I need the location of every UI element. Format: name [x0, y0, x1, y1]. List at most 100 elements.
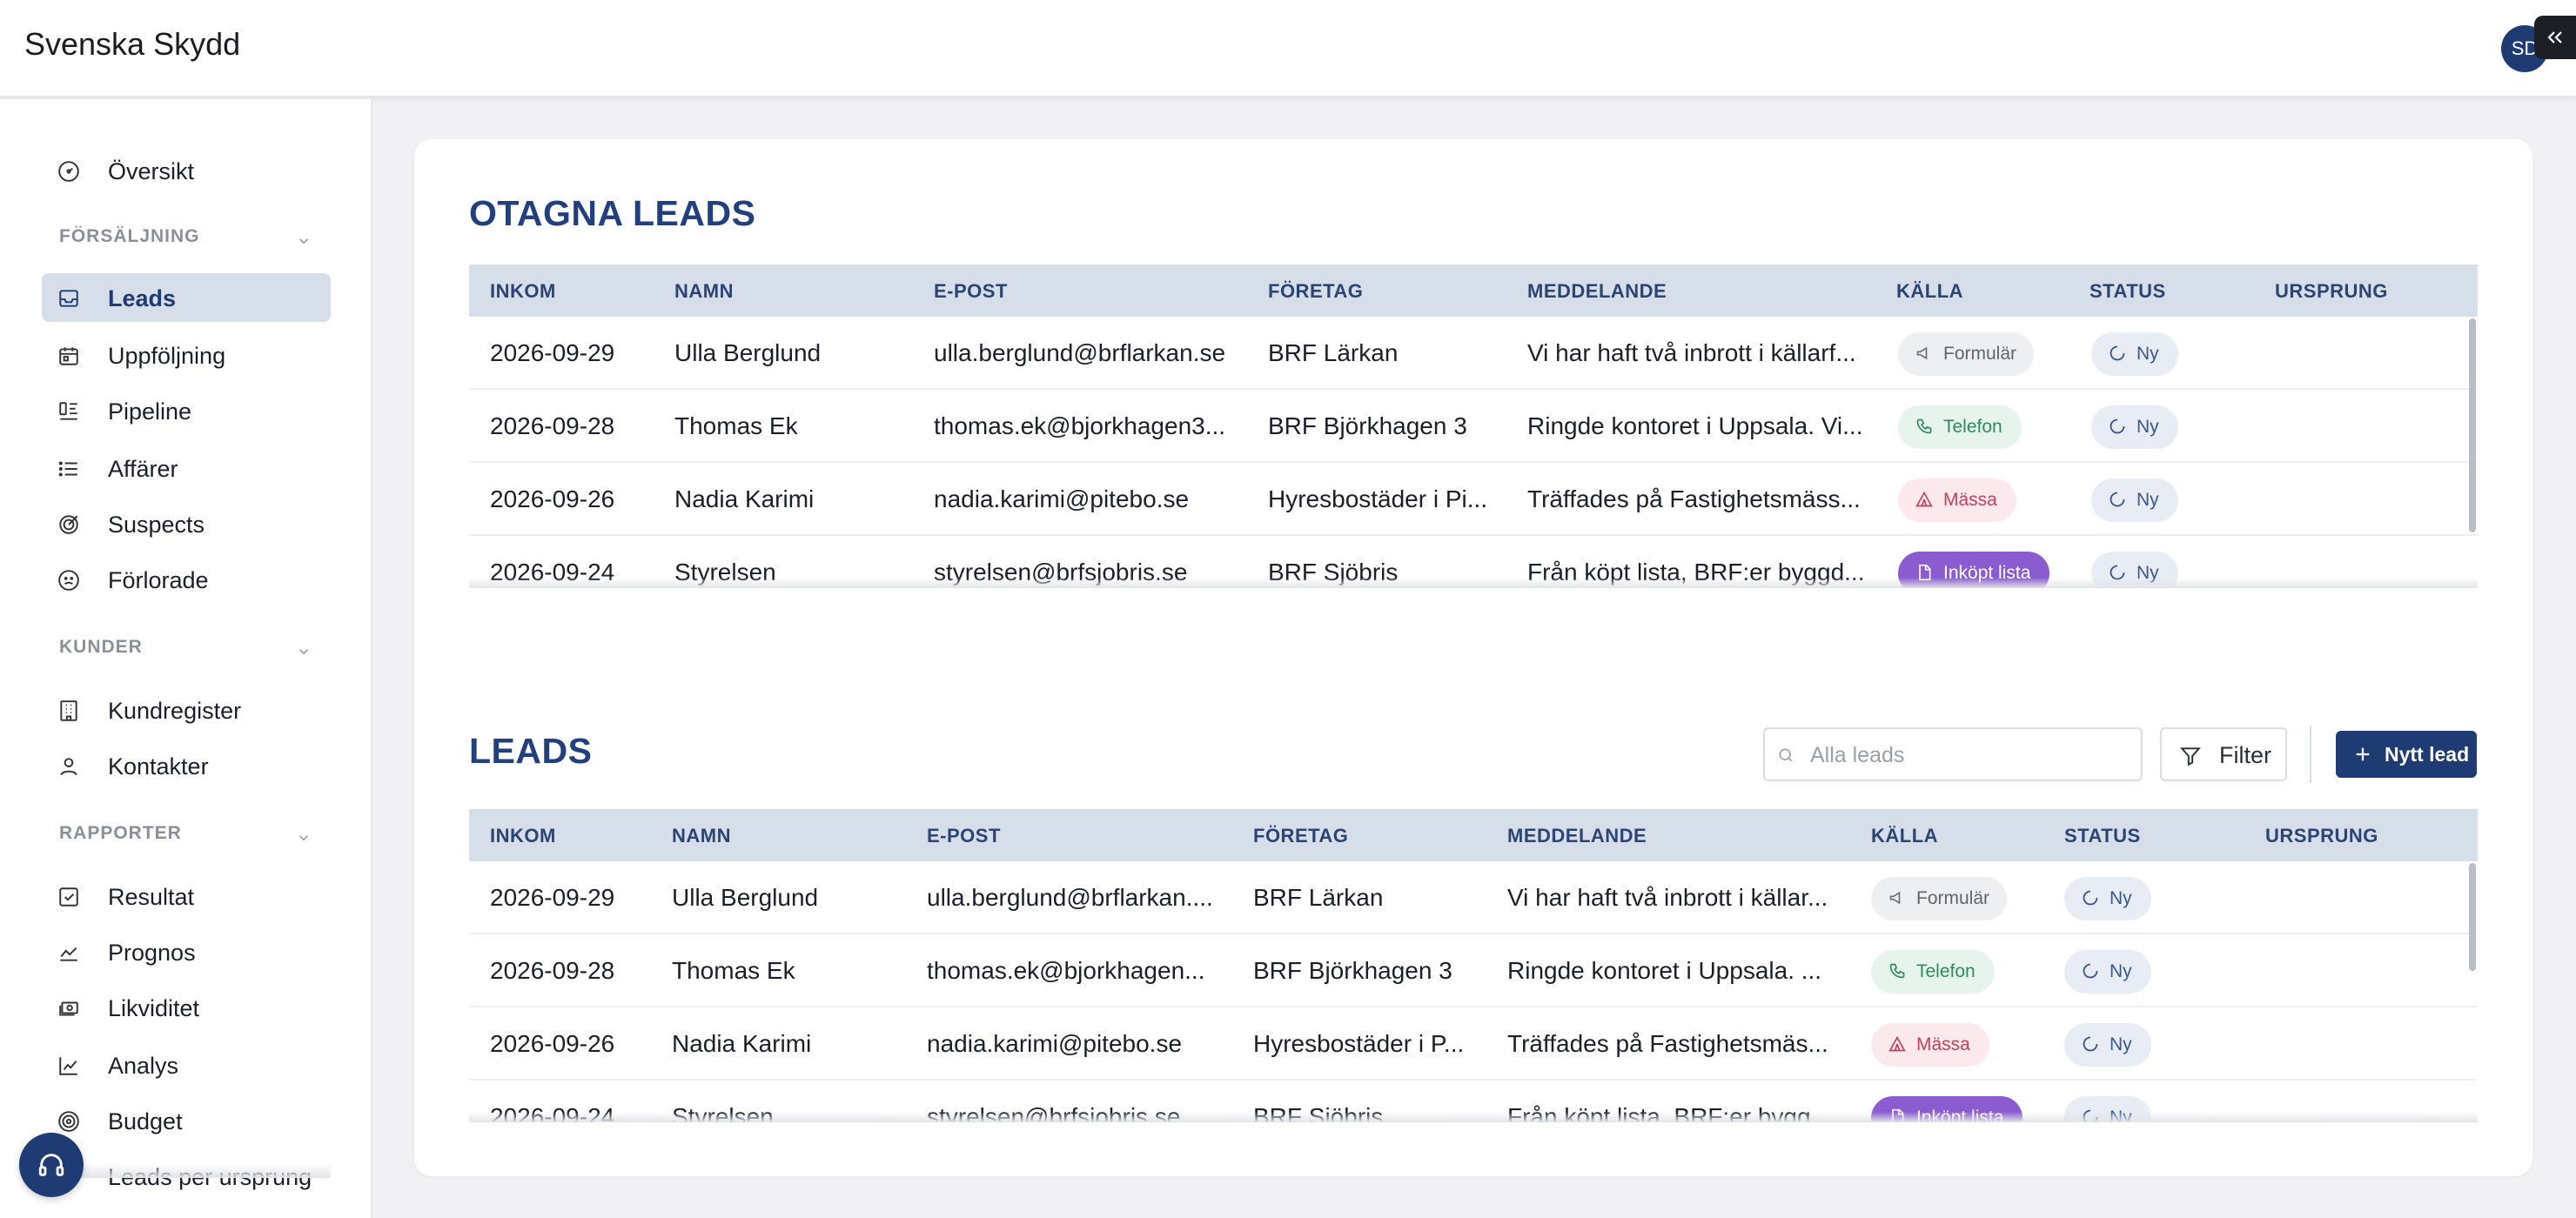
building-icon [60, 700, 77, 721]
sidebar: Översikt FÖRSÄLJNING Leads Uppföljning P… [0, 99, 372, 1218]
source-badge: Formulär [1898, 332, 2034, 376]
table-scroll-fade [469, 578, 2478, 588]
cell-company: BRF Björkhagen 3 [1268, 412, 1467, 439]
column-header[interactable]: MEDDELANDE [1507, 825, 1647, 847]
sidebar-item-leads[interactable]: Leads [42, 273, 331, 322]
megaphone-icon [1889, 891, 1901, 905]
sidebar-item-pipeline[interactable]: Pipeline [42, 386, 331, 435]
table-row[interactable]: 2026-09-29 Ulla Berglund ulla.berglund@b… [469, 317, 2478, 390]
banknote-icon [59, 1001, 78, 1016]
sidebar-item-kundregister[interactable]: Kundregister [42, 686, 331, 734]
table-scrollbar[interactable] [2469, 863, 2476, 971]
phone-icon [1889, 963, 1905, 979]
column-header[interactable]: MEDDELANDE [1527, 280, 1667, 303]
column-header[interactable]: URSPRUNG [2275, 280, 2388, 303]
loader-icon [2083, 890, 2098, 906]
chevron-down-icon [299, 238, 309, 244]
cell-date: 2026-09-26 [490, 485, 615, 512]
loader-icon [2110, 345, 2125, 361]
sidebar-section-kunder[interactable]: KUNDER [59, 637, 312, 663]
search-input-wrapper[interactable] [1763, 727, 2143, 781]
cell-name: Thomas Ek [672, 957, 795, 984]
sidebar-item-resultat[interactable]: Resultat [42, 872, 331, 920]
sidebar-item-budget[interactable]: Budget [42, 1096, 331, 1145]
top-bar: Svenska Skydd SD [0, 0, 2576, 97]
sidebar-item-label: Pipeline [108, 398, 192, 425]
sidebar-scroll-fade [42, 1164, 331, 1178]
column-header[interactable]: KÄLLA [1871, 825, 1938, 847]
status-badge: Ny [2064, 877, 2151, 920]
table-scroll-fade [469, 1112, 2478, 1122]
table-row[interactable]: 2026-09-29 Ulla Berglund ulla.berglund@b… [469, 861, 2478, 934]
cell-message: Träffades på Fastighetsmäs... [1507, 1030, 1828, 1057]
sidebar-item-label: Uppföljning [108, 343, 226, 369]
column-header[interactable]: KÄLLA [1896, 280, 1963, 303]
search-icon [1779, 748, 1793, 762]
sidebar-item-oversikt[interactable]: Översikt [42, 146, 331, 195]
chevrons-left-icon [2547, 31, 2562, 44]
cell-name: Nadia Karimi [672, 1030, 812, 1057]
source-badge: Telefon [1898, 405, 2022, 449]
sidebar-item-label: Kontakter [108, 753, 209, 780]
table-scrollbar[interactable] [2469, 318, 2476, 532]
loader-icon [2083, 963, 2098, 979]
target-icon [59, 515, 78, 534]
support-button[interactable] [19, 1133, 84, 1197]
search-input[interactable] [1810, 740, 2132, 771]
column-header[interactable]: URSPRUNG [2265, 825, 2378, 847]
filter-button[interactable]: Filter [2160, 727, 2287, 781]
kanban-icon [59, 402, 77, 420]
sidebar-item-label: Resultat [108, 884, 195, 910]
table-row[interactable]: 2026-09-26 Nadia Karimi nadia.karimi@pit… [469, 1007, 2478, 1081]
sidebar-item-label: Prognos [108, 940, 196, 966]
cell-message: Ringde kontoret i Uppsala. Vi... [1527, 412, 1863, 439]
column-header[interactable]: STATUS [2064, 825, 2141, 847]
sidebar-item-affarer[interactable]: Affärer [42, 444, 331, 492]
area-chart-icon [60, 947, 77, 961]
new-lead-button[interactable]: Nytt lead [2336, 731, 2477, 778]
chevron-down-icon [299, 649, 309, 655]
table-row[interactable]: 2026-09-26 Nadia Karimi nadia.karimi@pit… [469, 463, 2478, 536]
source-badge: Telefon [1871, 950, 1995, 994]
table-row[interactable]: 2026-09-28 Thomas Ek thomas.ek@bjorkhage… [469, 390, 2478, 463]
sidebar-item-kontakter[interactable]: Kontakter [42, 741, 331, 790]
new-lead-label: Nytt lead [2385, 743, 2470, 766]
gauge-icon [58, 161, 79, 182]
sidebar-item-suspects[interactable]: Suspects [42, 499, 331, 548]
sidebar-item-label: Analys [108, 1053, 179, 1079]
cell-message: Träffades på Fastighetsmäss... [1527, 485, 1861, 512]
column-header[interactable]: INKOM [490, 825, 556, 847]
chevron-down-icon [299, 835, 309, 841]
sidebar-section-forsaljning[interactable]: FÖRSÄLJNING [59, 226, 312, 252]
column-header[interactable]: E-POST [934, 280, 1008, 303]
sidebar-item-label: Likviditet [108, 995, 200, 1021]
sidebar-item-prognos[interactable]: Prognos [42, 927, 331, 976]
column-header[interactable]: E-POST [927, 825, 1001, 847]
sidebar-item-label: Översikt [108, 158, 195, 184]
leads-title: LEADS [469, 731, 593, 771]
sidebar-item-analys[interactable]: Analys [42, 1041, 331, 1089]
column-header[interactable]: INKOM [490, 280, 556, 303]
list-icon [58, 461, 77, 477]
table-header: INKOM NAMN E-POST FÖRETAG MEDDELANDE KÄL… [469, 264, 2478, 317]
sidebar-item-uppfoljning[interactable]: Uppföljning [42, 331, 331, 379]
sidebar-section-rapporter[interactable]: RAPPORTER [59, 823, 312, 849]
column-header[interactable]: FÖRETAG [1268, 280, 1363, 303]
column-header[interactable]: STATUS [2090, 280, 2166, 303]
sidebar-item-likviditet[interactable]: Likviditet [42, 983, 331, 1032]
column-header[interactable]: NAMN [674, 280, 734, 303]
status-badge: Ny [2091, 332, 2178, 376]
cell-message: Vi har haft två inbrott i källar... [1507, 884, 1828, 911]
plus-icon [2356, 747, 2370, 761]
collapse-panel-button[interactable] [2534, 16, 2576, 59]
column-header[interactable]: FÖRETAG [1253, 825, 1348, 847]
sidebar-item-label: Affärer [108, 456, 178, 482]
loader-icon [2110, 418, 2125, 434]
sidebar-item-forlorade[interactable]: Förlorade [42, 555, 331, 604]
sad-face-icon [58, 570, 79, 591]
column-header[interactable]: NAMN [672, 825, 731, 847]
cell-date: 2026-09-29 [490, 339, 615, 366]
cell-company: BRF Lärkan [1253, 884, 1384, 911]
cell-company: BRF Lärkan [1268, 339, 1399, 366]
table-row[interactable]: 2026-09-28 Thomas Ek thomas.ek@bjorkhage… [469, 934, 2478, 1007]
